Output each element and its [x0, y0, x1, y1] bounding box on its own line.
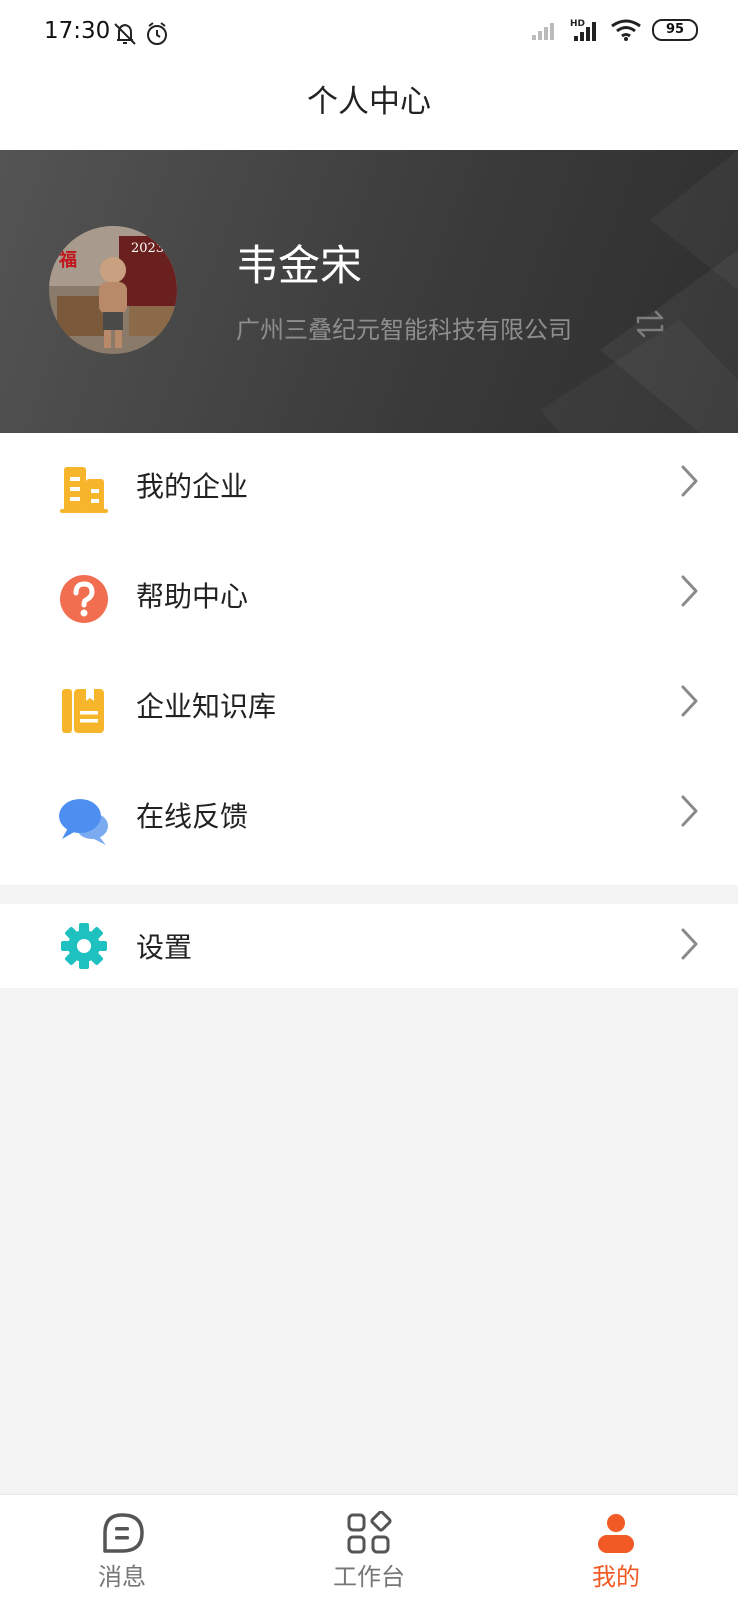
person-icon — [591, 1511, 641, 1557]
settings-group: 设置 — [0, 904, 738, 988]
tab-label: 工作台 — [333, 1563, 405, 1591]
menu-list: 我的企业 帮助中心 企业知识库 在线反馈 — [0, 433, 738, 885]
chevron-right-icon — [680, 685, 698, 721]
menu-label: 我的企业 — [136, 470, 249, 503]
page-title: 个人中心 — [307, 84, 431, 120]
tab-mine[interactable]: 我的 — [546, 1495, 686, 1601]
profile-banner: 福 2023 韦金宋 广州三叠纪元智能科技有限公司 — [0, 150, 738, 433]
tab-label: 消息 — [98, 1563, 146, 1591]
tab-label: 我的 — [592, 1563, 640, 1591]
menu-item-my-enterprise[interactable]: 我的企业 — [0, 433, 738, 545]
chevron-right-icon — [680, 928, 698, 964]
menu-label: 企业知识库 — [136, 690, 277, 723]
chevron-right-icon — [680, 575, 698, 611]
building-icon — [58, 463, 110, 515]
notebook-icon — [58, 685, 110, 737]
menu-item-online-feedback[interactable]: 在线反馈 — [0, 769, 738, 881]
status-notification-icons — [113, 20, 173, 52]
workbench-icon — [344, 1510, 394, 1557]
svg-text:福: 福 — [58, 249, 77, 271]
menu-label: 帮助中心 — [136, 580, 249, 613]
menu-item-settings[interactable]: 设置 — [0, 904, 738, 988]
bottom-tab-bar: 消息 工作台 我的 — [0, 1494, 738, 1601]
user-name: 韦金宋 — [236, 241, 363, 290]
bell-muted-icon — [114, 23, 136, 45]
tab-messages[interactable]: 消息 — [52, 1495, 192, 1601]
menu-item-help-center[interactable]: 帮助中心 — [0, 545, 738, 657]
chevron-right-icon — [680, 465, 698, 501]
chevron-right-icon — [680, 795, 698, 831]
company-name: 广州三叠纪元智能科技有限公司 — [236, 316, 572, 344]
title-bar: 个人中心 — [0, 68, 738, 150]
signal-weak-icon — [532, 23, 554, 40]
menu-item-knowledge-base[interactable]: 企业知识库 — [0, 657, 738, 769]
avatar[interactable]: 福 2023 — [49, 226, 177, 354]
signal-hd-icon: HD — [570, 19, 596, 41]
alarm-icon — [147, 22, 167, 45]
message-icon — [97, 1511, 147, 1557]
menu-label: 在线反馈 — [136, 800, 249, 833]
battery-indicator: 95 — [652, 19, 698, 41]
question-icon — [58, 573, 110, 625]
chat-bubbles-icon — [58, 795, 110, 847]
status-bar: 17:30 HD 95 — [0, 0, 738, 68]
switch-company-icon[interactable] — [632, 306, 668, 346]
gear-icon — [58, 920, 110, 972]
status-right: HD 95 — [532, 18, 698, 42]
svg-text:HD: HD — [570, 19, 585, 29]
menu-label: 设置 — [136, 931, 193, 964]
tab-workbench[interactable]: 工作台 — [299, 1495, 439, 1601]
wifi-icon — [611, 19, 641, 41]
status-time: 17:30 — [44, 18, 111, 44]
